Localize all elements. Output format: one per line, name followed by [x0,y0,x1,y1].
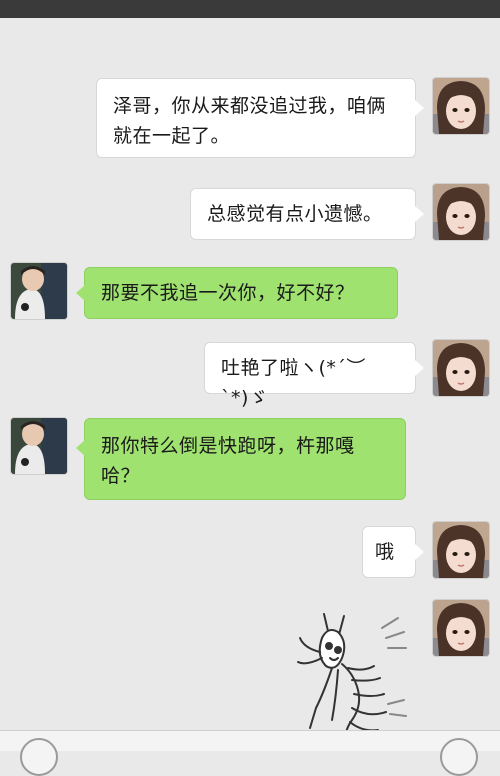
message-text-3: 那要不我追一次你，好不好？ [101,282,355,304]
boy-portrait [11,263,67,319]
bubble-tail-3 [76,285,85,301]
emoji-icon[interactable] [440,738,478,776]
message-text-1: 泽哥，你从来都没追过我，咱俩就在一起了。 [113,95,387,147]
chat-log[interactable]: 泽哥，你从来都没追过我，咱俩就在一起了。 总感觉有点小遗憾。 那要不我追一次你，… [0,18,500,745]
crayfish-sticker-drawing [297,613,407,745]
message-bubble-6[interactable]: 哦 [362,526,416,578]
avatar-girl[interactable] [433,184,489,240]
girl-portrait [433,184,489,240]
message-bubble-4[interactable]: 吐艳了啦ヽ(*´︶`*)ゞ [204,342,416,409]
message-bubble-3[interactable]: 那要不我追一次你，好不好？ [84,267,398,319]
avatar-girl[interactable] [433,522,489,578]
bubble-tail-5 [76,440,85,456]
input-toolbar [0,730,500,751]
status-bar [0,0,500,18]
avatar-girl[interactable] [433,340,489,396]
bubble-tail-6 [415,544,424,560]
bubble-tail-4 [415,360,424,376]
voice-toggle-icon[interactable] [20,738,58,776]
avatar-girl[interactable] [433,78,489,134]
girl-portrait [433,78,489,134]
message-text-6: 哦 [375,541,395,563]
message-bubble-5[interactable]: 那你特么倒是快跑呀，杵那嘎哈？ [84,418,406,500]
running-crayfish-sticker[interactable] [292,608,412,748]
message-text-2: 总感觉有点小遗憾。 [207,203,383,225]
message-bubble-2[interactable]: 总感觉有点小遗憾。 [190,188,416,240]
bubble-tail-1 [415,100,424,116]
message-text-4: 吐艳了啦ヽ(*´︶`*)ゞ [221,357,366,409]
message-text-5: 那你特么倒是快跑呀，杵那嘎哈？ [101,435,355,487]
bubble-tail-2 [415,206,424,222]
avatar-boy[interactable] [11,418,67,474]
message-bubble-1[interactable]: 泽哥，你从来都没追过我，咱俩就在一起了。 [96,78,416,158]
girl-portrait [433,522,489,578]
girl-portrait [433,600,489,656]
girl-portrait [433,340,489,396]
boy-portrait [11,418,67,474]
avatar-girl[interactable] [433,600,489,656]
avatar-boy[interactable] [11,263,67,319]
